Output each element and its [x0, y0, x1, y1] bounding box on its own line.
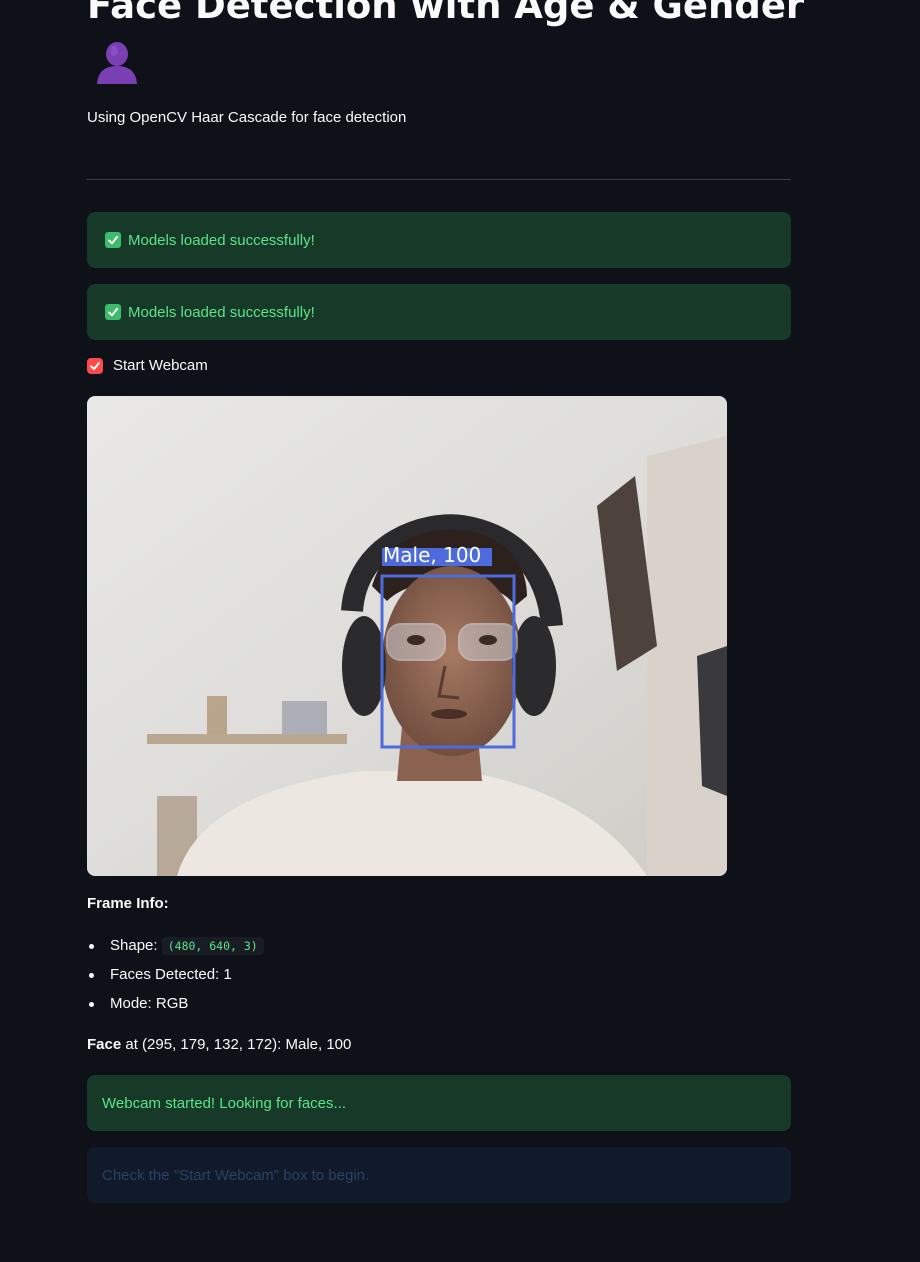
success-alert-text: Models loaded successfully!	[128, 303, 315, 321]
face-result-bold: Face	[87, 1036, 122, 1053]
success-alert: Models loaded successfully!	[87, 212, 791, 268]
face-result: Face at (295, 179, 132, 172): Male, 100	[87, 1036, 351, 1053]
page-title: Face Detection with Age & Gender	[87, 0, 805, 27]
webcam-started-text: Webcam started! Looking for faces...	[102, 1094, 347, 1112]
frame-info-heading: Frame Info:	[87, 895, 169, 912]
checkbox-checked-icon[interactable]	[87, 357, 103, 374]
webcam-frame: Male, 100	[87, 396, 727, 876]
bust-silhouette-icon	[93, 40, 141, 86]
check-mark-icon	[105, 232, 121, 248]
webcam-started-alert: Webcam started! Looking for faces...	[87, 1075, 791, 1131]
detection-label: Male, 100	[383, 543, 481, 567]
frame-info-list: Shape: (480, 640, 3) Faces Detected: 1 M…	[87, 933, 264, 1020]
success-alert: Models loaded successfully!	[87, 284, 791, 340]
face-result-text: at (295, 179, 132, 172): Male, 100	[121, 1036, 352, 1053]
list-item: Shape: (480, 640, 3)	[87, 933, 264, 962]
list-item: Mode: RGB	[87, 991, 264, 1020]
list-item: Faces Detected: 1	[87, 962, 264, 991]
start-webcam-checkbox[interactable]: Start Webcam	[87, 357, 208, 374]
hint-alert: Check the "Start Webcam" box to begin.	[87, 1147, 791, 1203]
page-subtitle: Using OpenCV Haar Cascade for face detec…	[87, 109, 407, 126]
success-alert-text: Models loaded successfully!	[128, 231, 315, 249]
shape-value: (480, 640, 3)	[161, 937, 264, 955]
hint-text: Check the "Start Webcam" box to begin.	[102, 1166, 370, 1184]
checkbox-label: Start Webcam	[113, 357, 208, 374]
divider	[87, 179, 791, 180]
shape-label: Shape:	[110, 937, 158, 954]
check-mark-icon	[105, 304, 121, 320]
